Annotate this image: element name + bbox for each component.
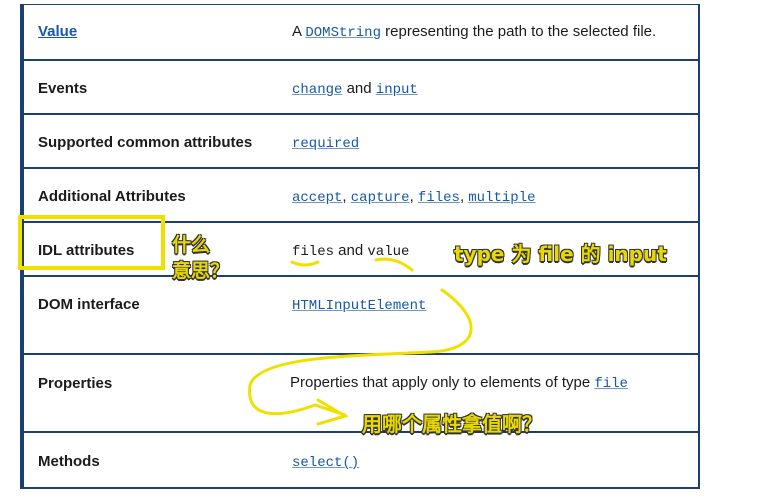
annotation-what-meaning: 什么 意思？ [172, 234, 230, 282]
table-row: Properties Properties that apply only to… [24, 355, 698, 433]
row-cell: A DOMString representing the path to the… [292, 23, 656, 41]
table-row: Supported common attributes required [24, 115, 698, 169]
cell-link[interactable]: HTMLInputElement [292, 298, 426, 314]
cell-text: and [334, 242, 368, 259]
code-text: value [367, 244, 410, 260]
row-header-additional-attributes: Additional Attributes [38, 188, 186, 205]
row-header-value[interactable]: Value [38, 23, 77, 40]
row-cell: Properties that apply only to elements o… [290, 374, 628, 392]
row-header-events: Events [38, 80, 88, 97]
row-header-dom-interface: DOM interface [38, 296, 140, 313]
cell-link[interactable]: select() [292, 455, 359, 471]
cell-link[interactable]: Properties that apply only to elements o… [290, 374, 594, 391]
cell-link[interactable]: multiple [468, 190, 535, 206]
table-row: Additional Attributes accept, capture, f… [24, 169, 698, 223]
table-row: Value A DOMString representing the path … [24, 5, 698, 61]
row-header-idl-attributes: IDL attributes [38, 242, 135, 259]
cell-link[interactable]: change [292, 82, 342, 98]
cell-link[interactable]: files [418, 190, 460, 206]
cell-text: , [342, 188, 351, 205]
row-header-common-attributes: Supported common attributes [38, 134, 253, 151]
row-cell: HTMLInputElement [292, 296, 426, 314]
table-row: Events change and input [24, 61, 698, 115]
row-header-methods: Methods [38, 453, 100, 470]
table-row: DOM interface HTMLInputElement [24, 277, 698, 355]
cell-text: A [292, 23, 306, 40]
cell-link[interactable]: file [594, 376, 628, 392]
cell-text: representing the path to the selected fi… [380, 23, 657, 40]
cell-link[interactable]: required [292, 136, 359, 152]
cell-link[interactable]: accept [292, 190, 342, 206]
cell-link[interactable]: input [376, 82, 418, 98]
annotation-type-file: type 为 file 的 input [454, 242, 667, 266]
row-cell: required [292, 134, 359, 152]
row-cell: accept, capture, files, multiple [292, 188, 536, 206]
code-text: files [292, 244, 335, 260]
table-row: Methods select() [24, 433, 698, 489]
row-cell: select() [292, 453, 359, 471]
row-cell: files and value [292, 242, 409, 260]
cell-text: and [342, 80, 376, 97]
cell-link[interactable]: DOMString [305, 25, 381, 41]
cell-link[interactable]: capture [351, 190, 410, 206]
cell-text: , [409, 188, 418, 205]
row-cell: change and input [292, 80, 418, 98]
value-link[interactable]: Value [38, 23, 77, 40]
annotation-which-attr: 用哪个属性拿值啊？ [362, 412, 542, 436]
row-header-properties: Properties [38, 375, 113, 392]
